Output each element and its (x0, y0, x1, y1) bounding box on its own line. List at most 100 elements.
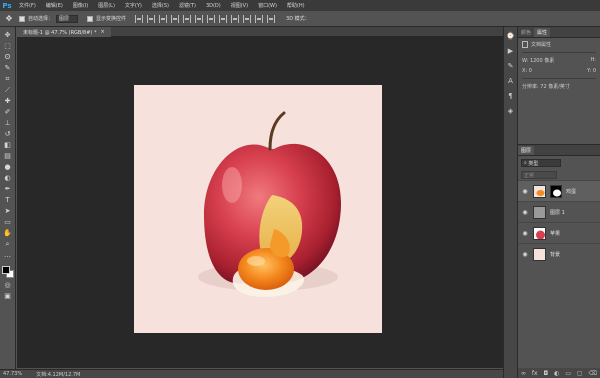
visibility-eye-icon[interactable]: ◉ (521, 187, 529, 195)
clone-stamp-tool-icon[interactable]: ⊥ (2, 119, 14, 128)
brush-tool-icon[interactable]: ✐ (2, 108, 14, 117)
align-right-icon[interactable] (195, 14, 204, 23)
marquee-tool-icon[interactable]: ⬚ (2, 42, 14, 51)
width-value[interactable]: 1200 像素 (530, 58, 554, 64)
new-group-icon[interactable]: ▭ (565, 370, 571, 377)
adjustment-layer-icon[interactable]: ◐ (554, 370, 559, 377)
distribute-right-icon[interactable] (267, 14, 276, 23)
tab-properties[interactable]: 属性 (534, 28, 551, 37)
canvas-area[interactable] (17, 37, 503, 368)
distribute-vcenter-icon[interactable] (219, 14, 228, 23)
lasso-tool-icon[interactable]: ʘ (2, 53, 14, 62)
align-hcenter-icon[interactable] (183, 14, 192, 23)
layer-row[interactable]: ◉ 鸡蛋 (518, 180, 600, 201)
link-layers-icon[interactable]: ∞ (521, 370, 526, 377)
tab-layers[interactable]: 图层 (518, 146, 535, 155)
move-tool-icon[interactable]: ✥ (2, 31, 14, 40)
screen-mode-icon[interactable]: ▣ (2, 292, 14, 301)
blur-tool-icon[interactable]: ● (2, 163, 14, 172)
y-value[interactable]: 0 (593, 68, 596, 74)
align-vcenter-icon[interactable] (147, 14, 156, 23)
auto-select-dropdown[interactable]: 图层 (56, 14, 79, 23)
visibility-eye-icon[interactable]: ◉ (521, 208, 529, 216)
character-panel-icon[interactable]: A (506, 76, 515, 85)
align-bottom-icon[interactable] (159, 14, 168, 23)
align-top-icon[interactable] (135, 14, 144, 23)
distribute-hcenter-icon[interactable] (255, 14, 264, 23)
gradient-tool-icon[interactable]: ▤ (2, 152, 14, 161)
menu-select[interactable]: 选择(S) (147, 2, 174, 9)
close-tab-icon[interactable]: × (100, 29, 104, 35)
layer-mask-thumbnail[interactable] (550, 184, 562, 198)
layer-name[interactable]: 背景 (550, 251, 560, 258)
trash-icon[interactable]: ⌫ (589, 370, 597, 377)
dodge-tool-icon[interactable]: ◐ (2, 174, 14, 183)
layer-name[interactable]: 鸡蛋 (566, 188, 576, 195)
path-select-tool-icon[interactable]: ➤ (2, 207, 14, 216)
history-brush-tool-icon[interactable]: ↺ (2, 130, 14, 139)
menu-type[interactable]: 文字(Y) (120, 2, 147, 9)
eraser-tool-icon[interactable]: ◧ (2, 141, 14, 150)
history-panel-icon[interactable]: ⌚ (506, 31, 515, 40)
add-mask-icon[interactable]: ◘ (543, 370, 548, 377)
right-panels: 颜色 属性 文档属性 W: 1200 像素 H: X: 0 Y: 0 分辨率: … (518, 27, 600, 378)
layer-name[interactable]: 图层 1 (550, 209, 565, 216)
visibility-eye-icon[interactable]: ◉ (521, 229, 529, 237)
zoom-level[interactable]: 47.73% (3, 371, 22, 377)
fx-icon[interactable]: fx (532, 370, 538, 377)
blend-mode-dropdown[interactable]: 正常 (521, 171, 557, 179)
menu-filter[interactable]: 滤镜(T) (174, 2, 201, 9)
distribute-bottom-icon[interactable] (231, 14, 240, 23)
eyedropper-tool-icon[interactable]: ⟋ (2, 86, 14, 95)
actions-panel-icon[interactable]: ▶ (506, 46, 515, 55)
menu-layer[interactable]: 图层(L) (93, 2, 120, 9)
paragraph-panel-icon[interactable]: ¶ (506, 91, 515, 100)
distribute-top-icon[interactable] (207, 14, 216, 23)
menu-image[interactable]: 图像(I) (68, 2, 93, 9)
menu-file[interactable]: 文件(F) (14, 2, 41, 9)
align-left-icon[interactable] (171, 14, 180, 23)
more-tools-icon[interactable]: … (2, 251, 14, 260)
auto-select-checkbox[interactable] (19, 15, 25, 22)
layer-row[interactable]: ◉ 苹果 (518, 222, 600, 243)
egg-thumb-icon (534, 185, 545, 197)
menu-edit[interactable]: 编辑(E) (41, 2, 68, 9)
resolution-text: 分辨率: 72 像素/英寸 (522, 84, 570, 90)
menu-view[interactable]: 视图(V) (226, 2, 253, 9)
quick-mask-icon[interactable]: ◎ (2, 281, 14, 290)
kind-value: 类型 (528, 160, 539, 167)
layer-name[interactable]: 苹果 (550, 230, 560, 237)
color-swatches[interactable] (1, 265, 15, 279)
zoom-tool-icon[interactable]: ⌕ (2, 240, 14, 249)
pen-tool-icon[interactable]: ✒ (2, 185, 14, 194)
healing-brush-tool-icon[interactable]: ✚ (2, 97, 14, 106)
quick-select-tool-icon[interactable]: ✎ (2, 64, 14, 73)
menu-3d[interactable]: 3D(D) (201, 3, 226, 9)
move-tool-preset-icon[interactable]: ✥ (2, 13, 16, 25)
document-tab[interactable]: 未标题-1 @ 47.7% (RGB/8#) * × (17, 27, 111, 37)
new-layer-icon[interactable]: ▢ (577, 370, 583, 377)
document-canvas[interactable] (134, 85, 382, 333)
brush-panel-icon[interactable]: ✎ (506, 61, 515, 70)
auto-select-label: 自动选择： (28, 16, 54, 22)
3d-panel-icon[interactable]: ◈ (506, 106, 515, 115)
tab-color[interactable]: 颜色 (518, 28, 534, 37)
menu-help[interactable]: 帮助(H) (282, 2, 310, 9)
x-label: X: (522, 68, 528, 74)
distribute-left-icon[interactable] (243, 14, 252, 23)
show-transform-checkbox[interactable] (87, 15, 94, 22)
visibility-eye-icon[interactable]: ◉ (521, 250, 529, 258)
crop-tool-icon[interactable]: ⌗ (2, 75, 14, 84)
menu-window[interactable]: 窗口(W) (253, 2, 282, 9)
type-tool-icon[interactable]: T (2, 196, 14, 205)
x-value[interactable]: 0 (529, 68, 532, 74)
layer-row[interactable]: ◉ 图层 1 (518, 201, 600, 222)
document-tab-bar: 未标题-1 @ 47.7% (RGB/8#) * × (17, 27, 503, 37)
position-row: X: 0 Y: 0 (522, 68, 596, 74)
foreground-color-swatch[interactable] (1, 266, 10, 274)
hand-tool-icon[interactable]: ✋ (2, 229, 14, 238)
rectangle-tool-icon[interactable]: ▭ (2, 218, 14, 227)
y-label: Y: (587, 68, 592, 74)
layer-row[interactable]: ◉ 背景 (518, 243, 600, 264)
layer-kind-filter[interactable]: ⌕ 类型 (521, 159, 561, 167)
